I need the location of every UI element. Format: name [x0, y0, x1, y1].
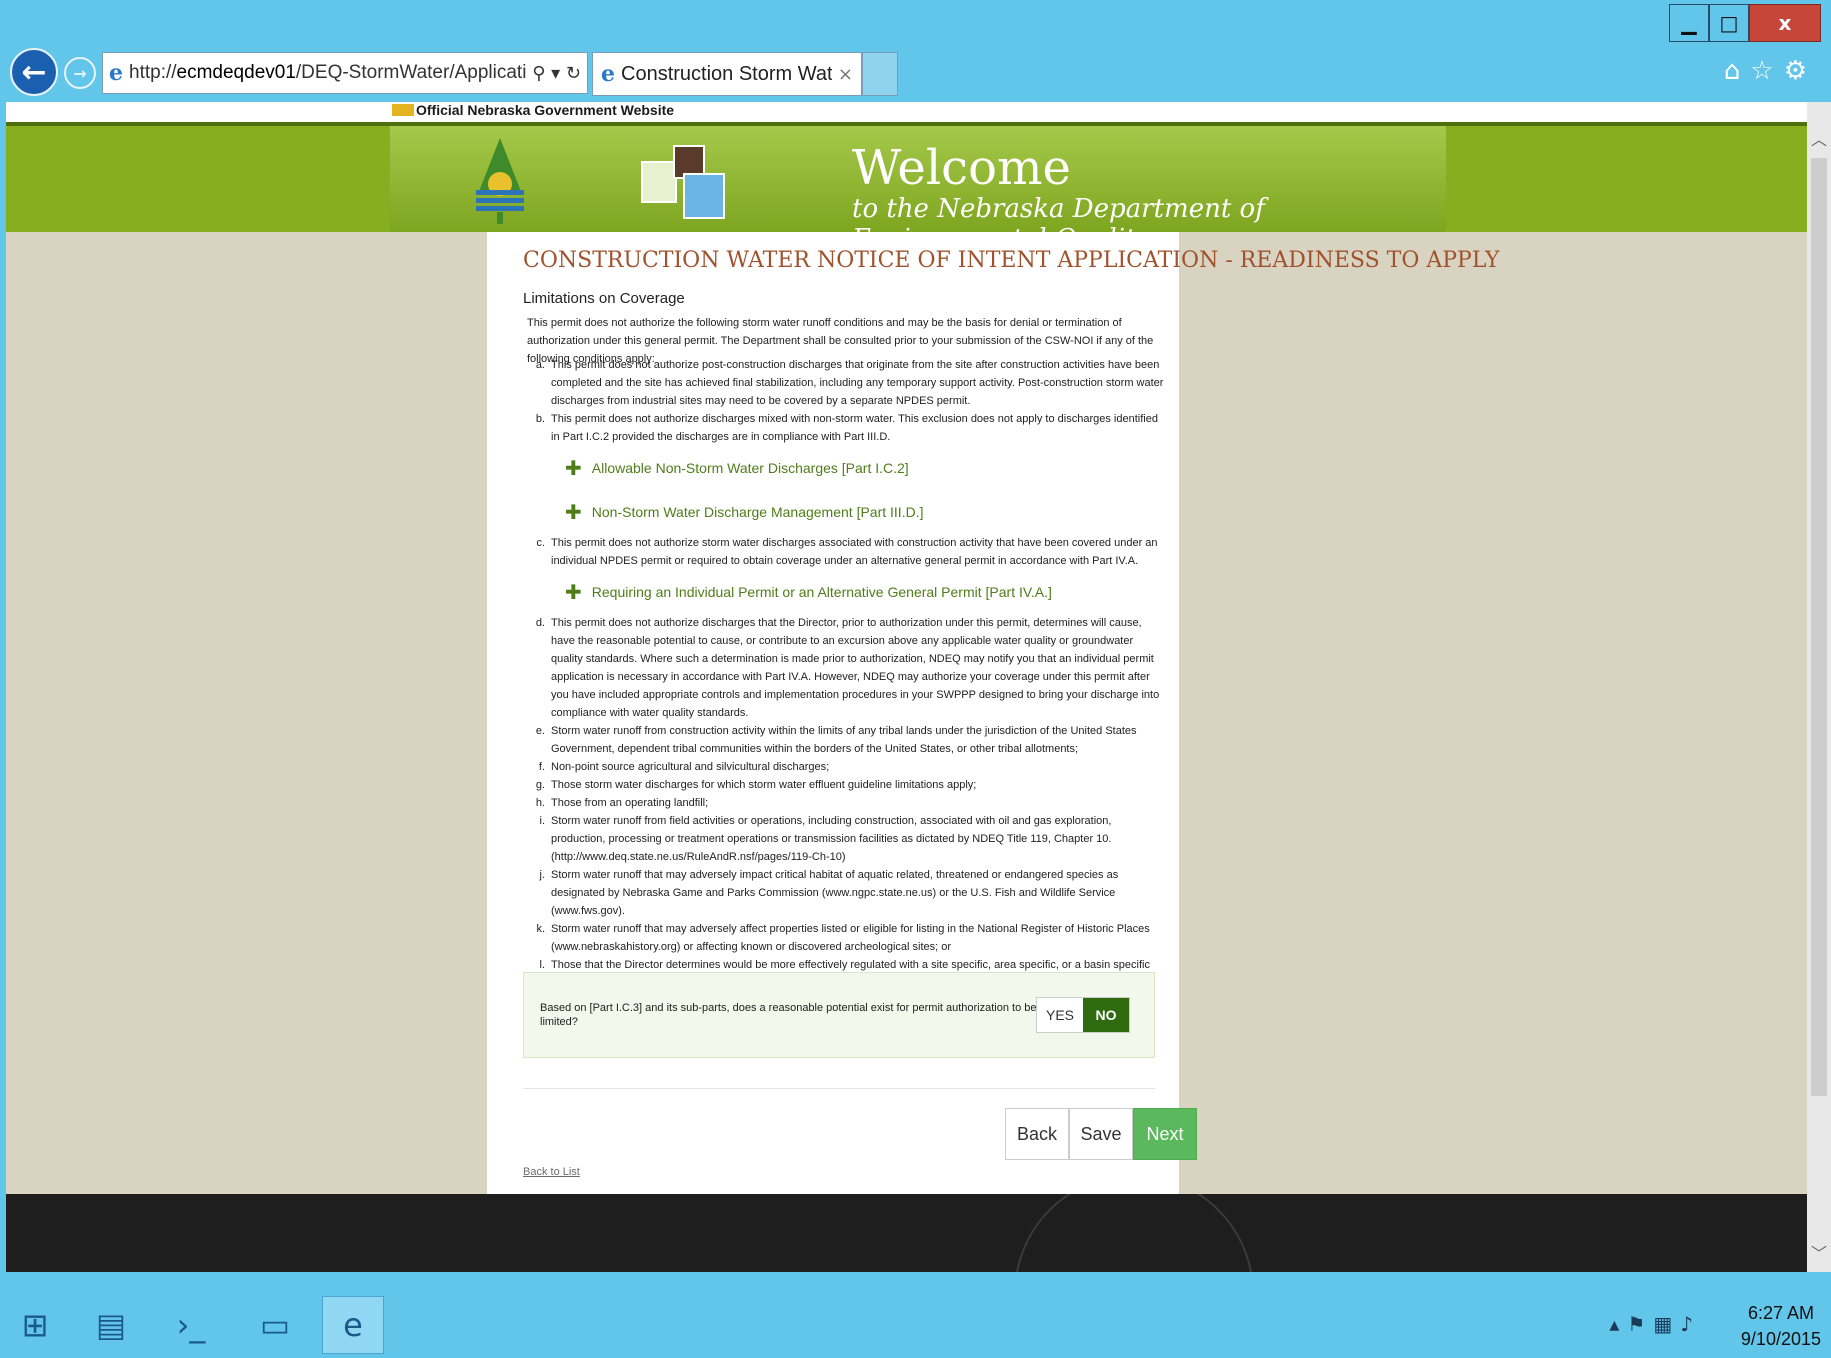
system-clock[interactable]: 6:27 AM 9/10/2015 — [1741, 1300, 1821, 1352]
home-icon[interactable]: ⌂ — [1724, 56, 1751, 86]
official-website-label[interactable]: Official Nebraska Government Website — [392, 102, 674, 118]
forward-arrow-icon[interactable]: → — [64, 57, 96, 89]
toggle-yes-button[interactable]: YES — [1037, 998, 1083, 1032]
browser-tab[interactable]: e Construction Storm Water ... × — [592, 52, 862, 96]
back-button[interactable]: Back — [1005, 1108, 1069, 1160]
question-panel: Based on [Part I.C.3] and its sub-parts,… — [523, 972, 1155, 1058]
toolbar-icons: ⌂☆⚙ — [1724, 56, 1817, 86]
url-text: http://ecmdeqdev01/DEQ-StormWater/Applic… — [129, 62, 527, 83]
favorites-star-icon[interactable]: ☆ — [1750, 56, 1783, 86]
list-item: i. Storm water runoff from field activiti… — [539, 815, 1112, 863]
divider — [523, 1088, 1155, 1089]
list-item: k. Storm water runoff that may adversely … — [536, 923, 1150, 953]
yes-no-toggle: YES NO — [1036, 997, 1130, 1033]
vertical-scrollbar[interactable]: ︿ ﹀ — [1807, 102, 1831, 1272]
settings-gear-icon[interactable]: ⚙ — [1784, 56, 1817, 86]
plus-icon: ✚ — [565, 456, 582, 480]
list-item: h. Those from an operating landfill; — [535, 797, 709, 809]
network-icon[interactable]: ▦ — [1653, 1312, 1680, 1336]
expander-discharge-management[interactable]: ✚ Non-Storm Water Discharge Management [P… — [527, 490, 1167, 534]
photo-collage-icon — [641, 145, 725, 219]
back-to-list-link[interactable]: Back to List — [523, 1166, 580, 1178]
tab-close-icon[interactable]: × — [838, 64, 853, 85]
list-item: b. This permit does not authorize dischar… — [535, 413, 1158, 443]
windows-taskbar: ⊞ ▤ ›_ ▭ e ▴⚑▦♪ 6:27 AM 9/10/2015 — [0, 1292, 1831, 1358]
tab-title: Construction Storm Water ... — [621, 62, 832, 85]
list-item: g. Those storm water discharges for which… — [535, 779, 977, 791]
ie-page-icon: e — [109, 60, 123, 86]
scroll-down-icon[interactable]: ﹀ — [1807, 1242, 1831, 1266]
address-bar[interactable]: e http://ecmdeqdev01/DEQ-StormWater/Appl… — [102, 52, 588, 94]
list-item: c. This permit does not authorize storm w… — [536, 537, 1158, 567]
section-title: Limitations on Coverage — [523, 290, 685, 307]
next-button[interactable]: Next — [1133, 1108, 1197, 1160]
powershell-icon[interactable]: ›_ — [160, 1296, 222, 1354]
expander-allowable-discharges[interactable]: ✚ Allowable Non-Storm Water Discharges [P… — [527, 446, 1167, 490]
volume-muted-icon[interactable]: ♪ — [1680, 1312, 1701, 1336]
list-item: d. This permit does not authorize dischar… — [535, 617, 1160, 719]
browser-chrome: ▁ □ x ← → e http://ecmdeqdev01/DEQ-Storm… — [0, 0, 1831, 102]
tray-expand-icon[interactable]: ▴ — [1609, 1312, 1627, 1336]
close-window-button[interactable]: x — [1749, 4, 1821, 42]
list-item: e. Storm water runoff from construction a… — [535, 725, 1137, 755]
list-item: a. This permit does not authorize post-co… — [535, 359, 1164, 407]
form-actions: Back Save Next — [1005, 1108, 1197, 1160]
clock-date: 9/10/2015 — [1740, 1329, 1821, 1349]
main-content: CONSTRUCTION WATER NOTICE OF INTENT APPL… — [487, 232, 1500, 1194]
scrollbar-thumb[interactable] — [1811, 158, 1827, 1096]
internet-explorer-icon[interactable]: e — [322, 1296, 384, 1354]
welcome-title: Welcome — [852, 140, 1071, 196]
list-item: j. Storm water runoff that may adversely … — [539, 869, 1119, 917]
system-tray: ▴⚑▦♪ — [1609, 1312, 1701, 1336]
tab-favicon-icon: e — [601, 61, 615, 87]
expander-individual-permit[interactable]: ✚ Requiring an Individual Permit or an Al… — [527, 570, 1167, 614]
start-windows-icon[interactable]: ⊞ — [4, 1296, 66, 1354]
site-banner: Welcome to the Nebraska Department of En… — [6, 122, 1825, 254]
maximize-button[interactable]: □ — [1709, 4, 1749, 42]
ndeq-tree-logo-icon — [476, 138, 524, 224]
file-explorer-icon[interactable]: ▭ — [244, 1296, 306, 1354]
save-button[interactable]: Save — [1069, 1108, 1133, 1160]
minimize-button[interactable]: ▁ — [1669, 4, 1709, 42]
scroll-up-icon[interactable]: ︿ — [1807, 128, 1831, 152]
server-manager-icon[interactable]: ▤ — [80, 1296, 142, 1354]
limitations-list: a. This permit does not authorize post-co… — [527, 356, 1167, 992]
plus-icon: ✚ — [565, 580, 582, 604]
banner-image: Welcome to the Nebraska Department of En… — [390, 126, 1446, 254]
back-arrow-icon[interactable]: ← — [10, 48, 58, 96]
page-footer — [6, 1194, 1825, 1272]
new-tab-button[interactable] — [862, 52, 898, 96]
state-seal-watermark — [1014, 1194, 1254, 1272]
list-item: f. Non-point source agricultural and silv… — [538, 761, 830, 773]
page-title: CONSTRUCTION WATER NOTICE OF INTENT APPL… — [523, 248, 1500, 273]
action-center-icon[interactable]: ⚑ — [1627, 1312, 1653, 1336]
page-viewport: Official Nebraska Government Website Wel… — [6, 102, 1831, 1272]
flag-icon — [392, 104, 414, 116]
government-bar: Official Nebraska Government Website — [6, 102, 1825, 122]
window-controls: ▁ □ x — [1669, 4, 1821, 42]
search-refresh-icons[interactable]: ⚲ ▾ ↻ — [532, 63, 581, 84]
clock-time: 6:27 AM — [1747, 1303, 1814, 1323]
question-text: Based on [Part I.C.3] and its sub-parts,… — [540, 1002, 1037, 1028]
plus-icon: ✚ — [565, 500, 582, 524]
toggle-no-button[interactable]: NO — [1083, 998, 1129, 1032]
